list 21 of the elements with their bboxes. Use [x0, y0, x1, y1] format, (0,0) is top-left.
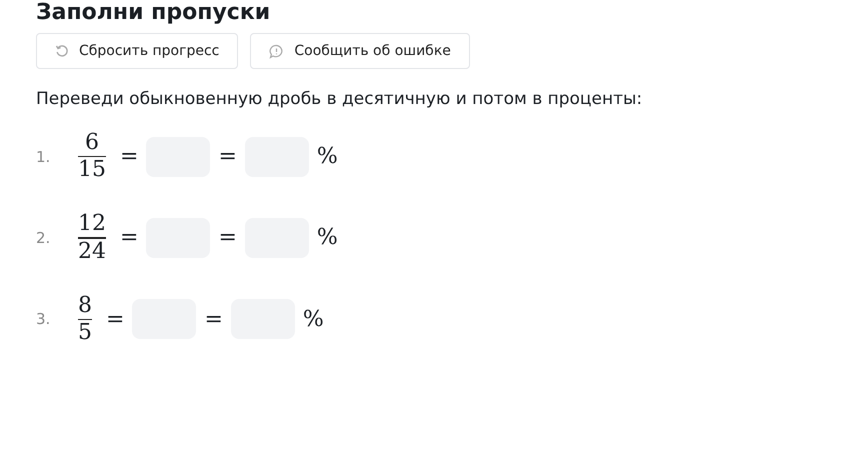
- equals-sign: =: [204, 306, 223, 332]
- fraction: 8 5: [78, 294, 92, 345]
- reset-progress-button[interactable]: Сбросить прогресс: [36, 33, 238, 69]
- report-error-button[interactable]: Сообщить об ошибке: [250, 33, 470, 69]
- instruction-text: Переведи обыкновенную дробь в десятичную и потом в проценты:: [36, 89, 644, 109]
- equals-sign: =: [106, 306, 124, 332]
- item-number: 3.: [36, 310, 52, 328]
- equals-sign: =: [218, 144, 237, 170]
- reset-icon: [55, 44, 69, 58]
- equals-sign: =: [218, 225, 237, 250]
- page-title: Заполни пропуски: [36, 0, 272, 26]
- fraction: 6 15: [78, 131, 106, 182]
- percent-sign: %: [316, 225, 338, 250]
- equals-sign: =: [120, 225, 138, 250]
- percent-sign: %: [316, 144, 338, 170]
- fraction: 12 24: [78, 212, 106, 264]
- item-number: 1.: [36, 148, 52, 166]
- percent-sign: %: [302, 306, 324, 332]
- item-number: 2.: [36, 228, 52, 247]
- speech-bubble-icon: [269, 44, 284, 58]
- equals-sign: =: [120, 144, 138, 170]
